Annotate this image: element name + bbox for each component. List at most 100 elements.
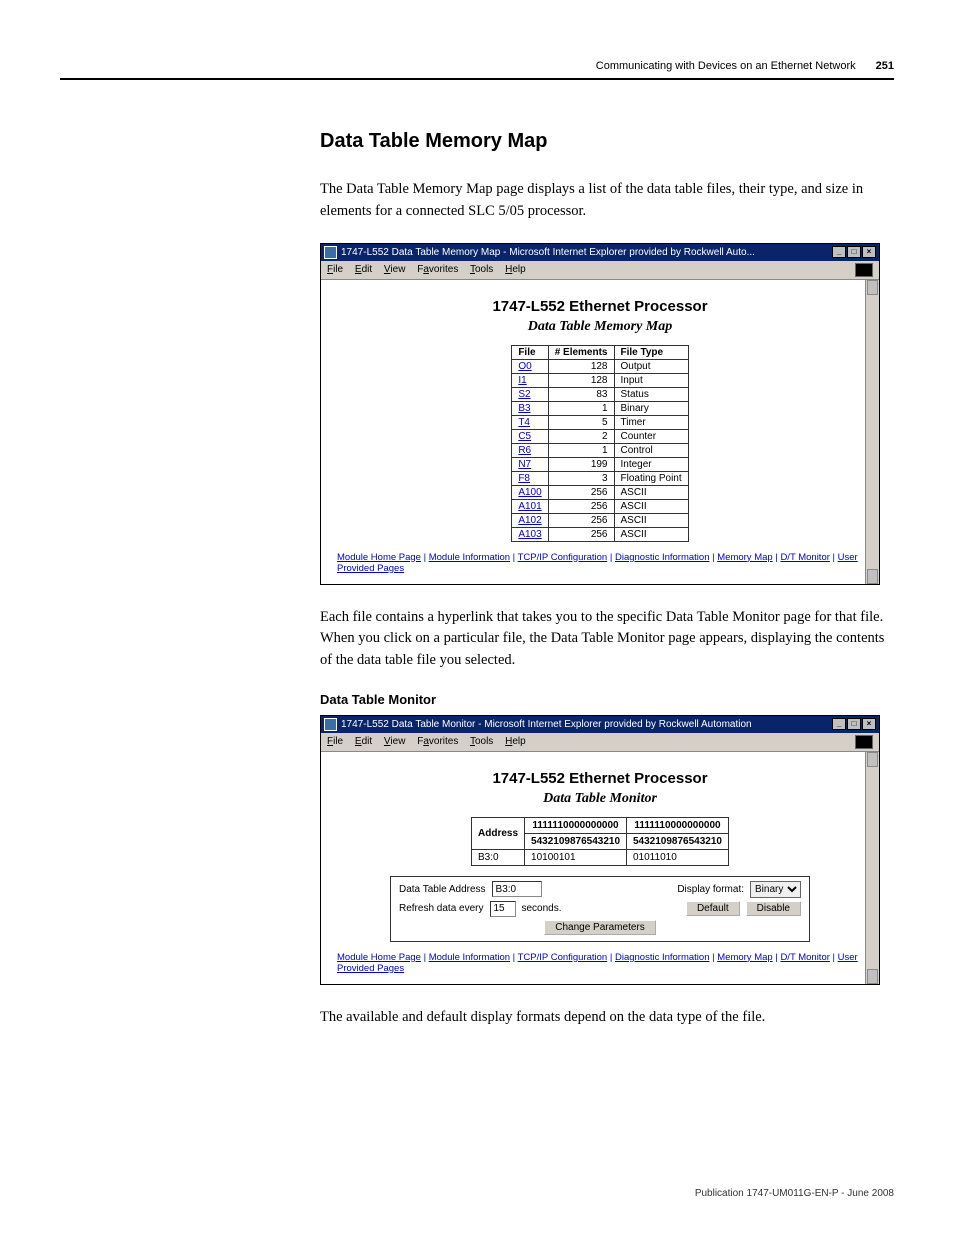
label-seconds: seconds. [522, 903, 562, 914]
publication-footer: Publication 1747-UM011G-EN-P - June 2008 [695, 1188, 894, 1199]
file-link[interactable]: A101 [518, 501, 541, 512]
disable-button[interactable]: Disable [746, 901, 801, 916]
col-bits: 1111110000000000 [525, 817, 627, 833]
window-titlebar: 1747-L552 Data Table Monitor - Microsoft… [321, 716, 879, 733]
menu-file[interactable]: File [327, 736, 343, 747]
file-link[interactable]: C5 [518, 431, 531, 442]
cell-filetype: Control [614, 443, 688, 457]
cell-elements: 83 [548, 387, 614, 401]
menu-file[interactable]: File [327, 264, 343, 275]
table-row: O0128Output [512, 359, 688, 373]
window-title: 1747-L552 Data Table Monitor - Microsoft… [341, 719, 832, 730]
default-button[interactable]: Default [686, 901, 740, 916]
menu-favorites[interactable]: Favorites [417, 736, 458, 747]
menu-help[interactable]: Help [505, 264, 526, 275]
cell-elements: 256 [548, 527, 614, 541]
table-row: A100256ASCII [512, 485, 688, 499]
minimize-button[interactable]: _ [832, 246, 846, 258]
menu-help[interactable]: Help [505, 736, 526, 747]
window-titlebar: 1747-L552 Data Table Memory Map - Micros… [321, 244, 879, 261]
file-link[interactable]: S2 [518, 389, 530, 400]
cell-filetype: Status [614, 387, 688, 401]
page-subtitle: Data Table Memory Map [337, 319, 863, 335]
col-bits: 5432109876543210 [525, 833, 627, 849]
ie-brand-icon [855, 263, 873, 277]
scrollbar[interactable] [865, 280, 879, 584]
file-link[interactable]: B3 [518, 403, 530, 414]
link-diag[interactable]: Diagnostic Information [615, 952, 710, 963]
menu-favorites[interactable]: Favorites [417, 264, 458, 275]
cell-elements: 256 [548, 485, 614, 499]
close-button[interactable]: × [862, 246, 876, 258]
scrollbar[interactable] [865, 752, 879, 984]
menu-tools[interactable]: Tools [470, 736, 493, 747]
section-heading: Data Table Memory Map [320, 130, 894, 153]
link-dtmon[interactable]: D/T Monitor [780, 552, 829, 563]
cell-filetype: ASCII [614, 527, 688, 541]
select-format[interactable]: Binary [750, 881, 801, 898]
window-title: 1747-L552 Data Table Memory Map - Micros… [341, 247, 832, 258]
ie-icon [324, 718, 337, 731]
menu-edit[interactable]: Edit [355, 736, 372, 747]
minimize-button[interactable]: _ [832, 718, 846, 730]
table-row: T45Timer [512, 415, 688, 429]
file-link[interactable]: A103 [518, 529, 541, 540]
file-link[interactable]: N7 [518, 459, 531, 470]
link-tcpip[interactable]: TCP/IP Configuration [518, 552, 608, 563]
cell-elements: 199 [548, 457, 614, 471]
mid-paragraph: Each file contains a hyperlink that take… [320, 607, 894, 672]
link-tcpip[interactable]: TCP/IP Configuration [518, 952, 608, 963]
cell-elements: 128 [548, 359, 614, 373]
nav-links: Module Home Page | Module Information | … [337, 952, 863, 974]
table-row: S2 83Status [512, 387, 688, 401]
cell-elements: 3 [548, 471, 614, 485]
col-elements: # Elements [548, 345, 614, 359]
table-row: A101256ASCII [512, 499, 688, 513]
table-row: R6 1Control [512, 443, 688, 457]
col-address: Address [472, 817, 525, 849]
cell-elements: 5 [548, 415, 614, 429]
processor-title: 1747-L552 Ethernet Processor [337, 770, 863, 787]
cell-elements: 2 [548, 429, 614, 443]
file-link[interactable]: A102 [518, 515, 541, 526]
maximize-button[interactable]: □ [847, 718, 861, 730]
memory-map-table: File # Elements File Type O0128OutputI11… [511, 345, 688, 542]
close-button[interactable]: × [862, 718, 876, 730]
input-address[interactable] [492, 881, 542, 897]
chapter-title: Communicating with Devices on an Etherne… [596, 60, 856, 72]
file-link[interactable]: O0 [518, 361, 531, 372]
monitor-controls: Data Table Address Display format: Binar… [390, 876, 810, 942]
cell-elements: 1 [548, 443, 614, 457]
file-link[interactable]: T4 [518, 417, 530, 428]
table-row: C52Counter [512, 429, 688, 443]
link-dtmon[interactable]: D/T Monitor [780, 952, 829, 963]
menu-tools[interactable]: Tools [470, 264, 493, 275]
link-home[interactable]: Module Home Page [337, 952, 421, 963]
link-memmap[interactable]: Memory Map [717, 952, 772, 963]
cell-filetype: Input [614, 373, 688, 387]
file-link[interactable]: F8 [518, 473, 530, 484]
intro-paragraph: The Data Table Memory Map page displays … [320, 179, 894, 223]
page-header: Communicating with Devices on an Etherne… [60, 60, 894, 80]
table-row: A102256ASCII [512, 513, 688, 527]
ie-brand-icon [855, 735, 873, 749]
link-modinfo[interactable]: Module Information [429, 552, 510, 563]
menu-view[interactable]: View [384, 736, 406, 747]
input-refresh[interactable] [490, 901, 516, 917]
cell-elements: 128 [548, 373, 614, 387]
table-row: F83Floating Point [512, 471, 688, 485]
menu-edit[interactable]: Edit [355, 264, 372, 275]
file-link[interactable]: A100 [518, 487, 541, 498]
link-home[interactable]: Module Home Page [337, 552, 421, 563]
link-memmap[interactable]: Memory Map [717, 552, 772, 563]
maximize-button[interactable]: □ [847, 246, 861, 258]
screenshot-memory-map: 1747-L552 Data Table Memory Map - Micros… [320, 243, 880, 585]
link-diag[interactable]: Diagnostic Information [615, 552, 710, 563]
cell-filetype: ASCII [614, 499, 688, 513]
change-parameters-button[interactable]: Change Parameters [544, 920, 656, 935]
ie-icon [324, 246, 337, 259]
menu-view[interactable]: View [384, 264, 406, 275]
file-link[interactable]: I1 [518, 375, 526, 386]
file-link[interactable]: R6 [518, 445, 531, 456]
link-modinfo[interactable]: Module Information [429, 952, 510, 963]
